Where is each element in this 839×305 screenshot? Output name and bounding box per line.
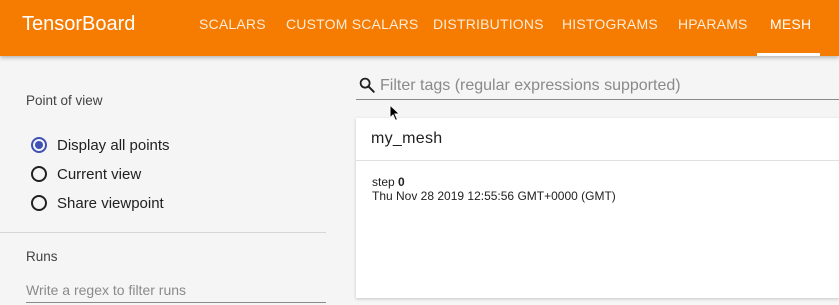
- tab-hparams[interactable]: HPARAMS: [678, 0, 748, 56]
- tab-scalars[interactable]: SCALARS: [199, 0, 266, 56]
- runs-title: Runs: [26, 249, 58, 264]
- radio-current-view[interactable]: Current view: [31, 163, 141, 185]
- radio-display-all-points[interactable]: Display all points: [31, 134, 170, 156]
- search-icon: [359, 77, 375, 93]
- mouse-cursor-icon: [389, 104, 401, 122]
- tab-custom-scalars[interactable]: CUSTOM SCALARS: [286, 0, 418, 56]
- main-panel: my_mesh step 0 Thu Nov 28 2019 12:55:56 …: [336, 56, 839, 305]
- tab-distributions[interactable]: DISTRIBUTIONS: [433, 0, 544, 56]
- tab-mesh[interactable]: MESH: [770, 0, 811, 56]
- radio-label: Display all points: [57, 136, 170, 154]
- radio-share-viewpoint[interactable]: Share viewpoint: [31, 192, 164, 214]
- radio-unchecked-icon[interactable]: [31, 195, 47, 211]
- runs-filter-input[interactable]: Write a regex to filter runs: [26, 282, 326, 298]
- radio-unchecked-icon[interactable]: [31, 166, 47, 182]
- mesh-card-title: my_mesh: [371, 130, 443, 147]
- active-tab-indicator: [757, 53, 820, 56]
- sidebar-divider: [0, 232, 326, 233]
- radio-label: Share viewpoint: [57, 194, 164, 212]
- tag-filter: [356, 74, 839, 100]
- sidebar: Point of view Display all points Current…: [0, 56, 336, 305]
- step-value: 0: [398, 175, 405, 189]
- step-label: step: [372, 175, 395, 189]
- app-title: TensorBoard: [22, 13, 136, 35]
- runs-filter-underline: [26, 302, 326, 303]
- top-toolbar: TensorBoard SCALARS CUSTOM SCALARS DISTR…: [0, 0, 839, 56]
- tab-histograms[interactable]: HISTOGRAMS: [562, 0, 658, 56]
- tag-filter-input[interactable]: [380, 74, 835, 98]
- point-of-view-title: Point of view: [26, 93, 103, 108]
- timestamp: Thu Nov 28 2019 12:55:56 GMT+0000 (GMT): [372, 189, 616, 203]
- step-info: step 0: [372, 175, 405, 189]
- radio-label: Current view: [57, 165, 142, 183]
- mesh-card: my_mesh step 0 Thu Nov 28 2019 12:55:56 …: [356, 118, 839, 298]
- mesh-card-header: my_mesh: [356, 118, 839, 161]
- radio-checked-icon[interactable]: [31, 137, 47, 153]
